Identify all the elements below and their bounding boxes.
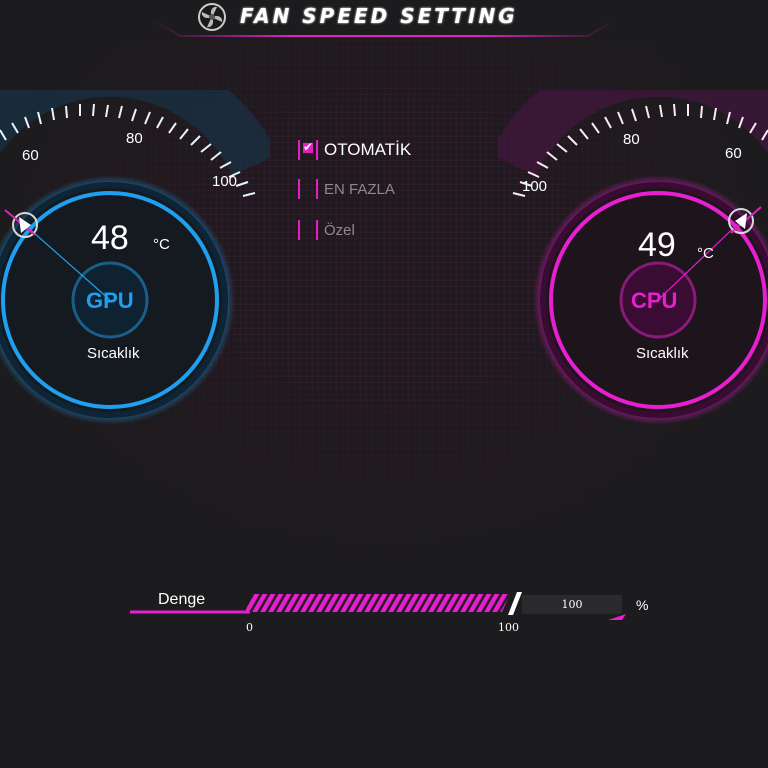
slider-min-label: 0 (246, 621, 253, 634)
fan-speed-slider[interactable]: Denge 0 100 100 % (130, 588, 650, 638)
checkbox-unchecked-icon[interactable] (298, 179, 318, 199)
gpu-temperature: 48 (91, 219, 129, 257)
page-title: FAN SPEED SETTING (240, 4, 518, 28)
mode-option-en-fazla[interactable]: EN FAZLA (298, 177, 395, 201)
gpu-temp-unit: °C (153, 236, 170, 253)
gpu-scale-100: 100 (212, 173, 238, 190)
slider-unit: % (636, 597, 649, 613)
mode-label-otomatik: OTOMATİK (324, 140, 412, 159)
mode-option-ozel[interactable]: Özel (298, 218, 355, 242)
slider-thumb (508, 592, 522, 615)
mode-label-ozel: Özel (324, 221, 355, 239)
gpu-scale-60: 60 (22, 147, 39, 164)
cpu-scale-80: 80 (623, 131, 640, 148)
fan-icon (197, 2, 227, 32)
mode-option-otomatik[interactable]: OTOMATİK (298, 138, 411, 162)
gpu-scale-80: 80 (126, 130, 143, 147)
slider-label: Denge (158, 591, 206, 608)
slider-max-label: 100 (498, 621, 519, 634)
gpu-label: GPU (86, 288, 134, 313)
cpu-temperature: 49 (638, 226, 676, 264)
mode-label-en-fazla: EN FAZLA (324, 180, 395, 198)
gpu-caption: Sıcaklık (87, 345, 140, 362)
checkbox-unchecked-icon[interactable] (298, 220, 318, 240)
cpu-temp-unit: °C (697, 245, 714, 262)
cpu-label: CPU (631, 288, 678, 313)
slider-value-field[interactable]: 100 (522, 595, 622, 614)
cpu-scale-60: 60 (725, 145, 742, 162)
cpu-caption: Sıcaklık (636, 345, 689, 362)
cpu-scale-100: 100 (522, 178, 548, 195)
checkbox-checked-icon[interactable] (298, 140, 318, 160)
